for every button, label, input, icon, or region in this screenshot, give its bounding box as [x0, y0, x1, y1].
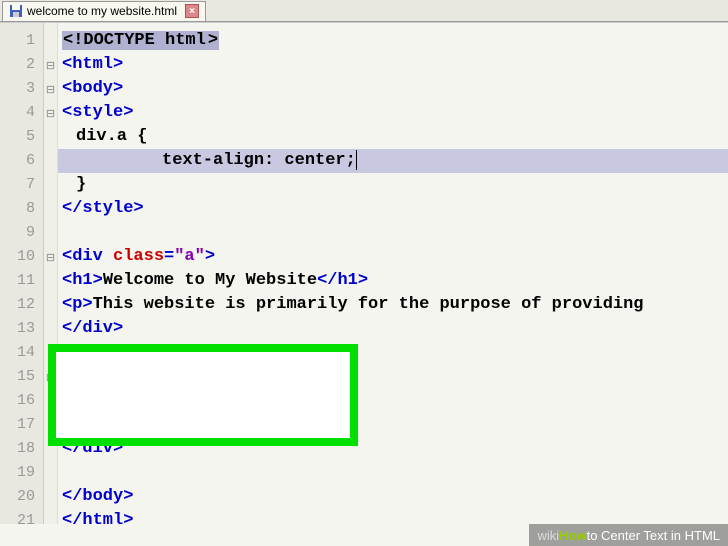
fold-marker[interactable] — [44, 509, 57, 533]
code-line: <!DOCTYPE html> — [58, 29, 728, 53]
code-line: </style> — [58, 197, 728, 221]
code-line: <div class="a"> — [58, 245, 728, 269]
tab-bar: welcome to my website.html × — [0, 0, 728, 22]
line-number: 21 — [0, 509, 43, 533]
code-line: </body> — [58, 485, 728, 509]
fold-marker[interactable] — [44, 149, 57, 173]
fold-marker[interactable] — [44, 437, 57, 461]
line-number: 10 — [0, 245, 43, 269]
code-area[interactable]: <!DOCTYPE html> <html> <body> <style> di… — [58, 23, 728, 524]
code-line — [58, 221, 728, 245]
code-line: <p>This website is primarily for the pur… — [58, 293, 728, 317]
code-line — [58, 461, 728, 485]
line-number: 5 — [0, 125, 43, 149]
fold-marker[interactable] — [44, 125, 57, 149]
line-number: 3 — [0, 77, 43, 101]
line-number: 18 — [0, 437, 43, 461]
brand-how: How — [559, 528, 586, 543]
line-number: 20 — [0, 485, 43, 509]
code-line — [58, 341, 728, 365]
code-line: div.a { — [58, 125, 728, 149]
fold-marker[interactable] — [44, 221, 57, 245]
line-number: 16 — [0, 389, 43, 413]
code-line: } — [58, 173, 728, 197]
line-number: 1 — [0, 29, 43, 53]
text-cursor — [356, 150, 357, 170]
line-number: 6 — [0, 149, 43, 173]
fold-marker[interactable]: ⊟ — [44, 77, 57, 101]
fold-marker[interactable] — [44, 29, 57, 53]
code-line: </div> — [58, 317, 728, 341]
file-tab[interactable]: welcome to my website.html × — [2, 1, 206, 21]
fold-marker[interactable] — [44, 197, 57, 221]
fold-marker[interactable] — [44, 269, 57, 293]
code-line: </div> — [58, 437, 728, 461]
code-line: <h2>Donations Welcome</h2> — [58, 389, 728, 413]
code-line: </html> — [58, 509, 728, 524]
code-line: <body> — [58, 77, 728, 101]
line-number: 2 — [0, 53, 43, 77]
code-line: <h1>Welcome to My Website</h1> — [58, 269, 728, 293]
fold-marker[interactable] — [44, 173, 57, 197]
code-editor[interactable]: 1 2 3 4 5 6 7 8 9 10 11 12 13 14 15 16 1… — [0, 22, 728, 524]
fold-marker[interactable] — [44, 485, 57, 509]
fold-marker[interactable] — [44, 413, 57, 437]
line-number: 17 — [0, 413, 43, 437]
line-number: 4 — [0, 101, 43, 125]
fold-marker[interactable] — [44, 389, 57, 413]
fold-column: ⊟ ⊟ ⊟ ⊟ ⊟ — [44, 23, 58, 524]
close-icon[interactable]: × — [185, 4, 199, 18]
fold-marker[interactable] — [44, 461, 57, 485]
line-number: 19 — [0, 461, 43, 485]
line-number: 8 — [0, 197, 43, 221]
line-number: 11 — [0, 269, 43, 293]
code-line: <html> — [58, 53, 728, 77]
line-number: 12 — [0, 293, 43, 317]
watermark-footer: wikiHow to Center Text in HTML — [529, 524, 728, 546]
line-number: 13 — [0, 317, 43, 341]
fold-marker[interactable]: ⊟ — [44, 245, 57, 269]
line-number: 7 — [0, 173, 43, 197]
fold-marker[interactable] — [44, 293, 57, 317]
fold-marker[interactable] — [44, 317, 57, 341]
code-line: <div class="a"> — [58, 365, 728, 389]
code-line: <p>please</p> — [58, 413, 728, 437]
line-number: 15 — [0, 365, 43, 389]
line-number-gutter: 1 2 3 4 5 6 7 8 9 10 11 12 13 14 15 16 1… — [0, 23, 44, 524]
article-title: to Center Text in HTML — [587, 528, 720, 543]
fold-marker[interactable]: ⊟ — [44, 53, 57, 77]
save-icon — [9, 4, 23, 18]
code-line-highlighted: text-align: center; — [58, 149, 728, 173]
tab-filename: welcome to my website.html — [27, 4, 177, 18]
code-line: <style> — [58, 101, 728, 125]
fold-marker[interactable] — [44, 341, 57, 365]
fold-marker[interactable]: ⊟ — [44, 365, 57, 389]
line-number: 14 — [0, 341, 43, 365]
fold-marker[interactable]: ⊟ — [44, 101, 57, 125]
brand-wiki: wiki — [537, 528, 559, 543]
line-number: 9 — [0, 221, 43, 245]
